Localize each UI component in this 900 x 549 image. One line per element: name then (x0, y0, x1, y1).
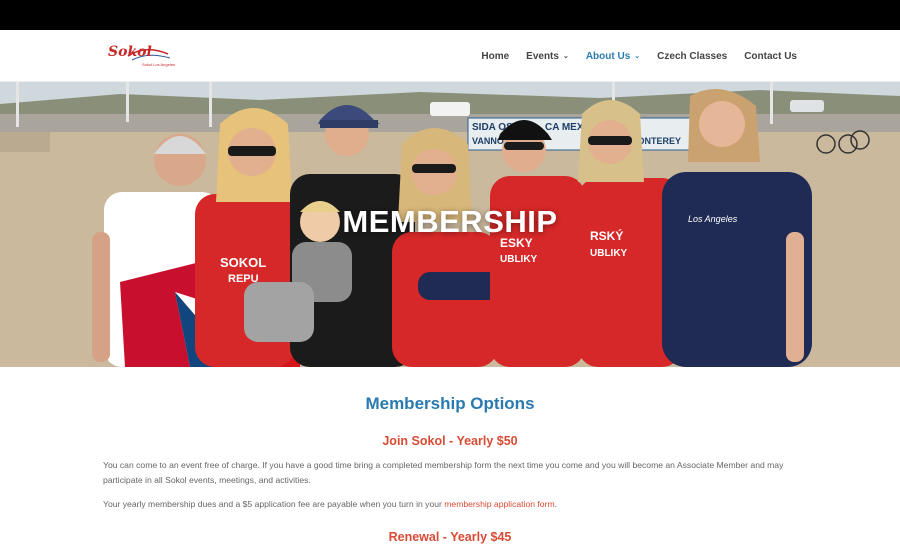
hero-banner: SIDA OSO CA MEXIC VANNOX MONTEREY SOKOL … (0, 82, 900, 367)
nav-czech-classes[interactable]: Czech Classes (657, 51, 727, 62)
nav-events[interactable]: Events ⌄ (526, 51, 569, 62)
join-paragraph-2-suffix: . (554, 499, 557, 509)
chevron-down-icon: ⌄ (562, 52, 569, 60)
section-title: Membership Options (365, 394, 535, 413)
nav-home[interactable]: Home (481, 51, 509, 62)
logo-text: Sokol (108, 44, 152, 60)
nav-home-label: Home (481, 50, 510, 62)
nav-about-us-label: About Us (585, 50, 631, 62)
site-header: Sokol Sokol Los Angeles Home Events ⌄ Ab… (0, 30, 900, 82)
top-bar (0, 0, 900, 30)
shirt-text-4: UBLIKY (500, 254, 538, 265)
membership-application-link[interactable]: membership application form (444, 499, 554, 509)
logo-subtext: Sokol Los Angeles (142, 62, 175, 67)
shirt-text-6: UBLIKY (590, 248, 628, 259)
nav-contact-us-label: Contact Us (744, 50, 797, 62)
nav-about-us[interactable]: About Us ⌄ (586, 51, 640, 62)
shirt-text-1: SOKOL (220, 255, 266, 270)
join-paragraph-1: You can come to an event free of charge.… (103, 460, 784, 485)
main-nav: Home Events ⌄ About Us ⌄ Czech Classes C… (481, 30, 797, 82)
main-content: Membership Options Join Sokol - Yearly $… (0, 367, 900, 549)
sokol-logo[interactable]: Sokol Sokol Los Angeles (106, 42, 175, 70)
nav-events-label: Events (526, 50, 559, 62)
join-paragraph-2: Your yearly membership dues and a $5 app… (103, 497, 793, 512)
join-paragraph-2-prefix: Your yearly membership dues and a $5 app… (103, 499, 445, 509)
nav-contact-us[interactable]: Contact Us (744, 51, 797, 62)
join-title: Join Sokol - Yearly $50 (382, 434, 518, 448)
hero-title: MEMBERSHIP (342, 204, 558, 239)
chevron-down-icon: ⌄ (634, 52, 641, 60)
renewal-title: Renewal - Yearly $45 (388, 530, 512, 544)
nav-czech-classes-label: Czech Classes (657, 50, 728, 62)
